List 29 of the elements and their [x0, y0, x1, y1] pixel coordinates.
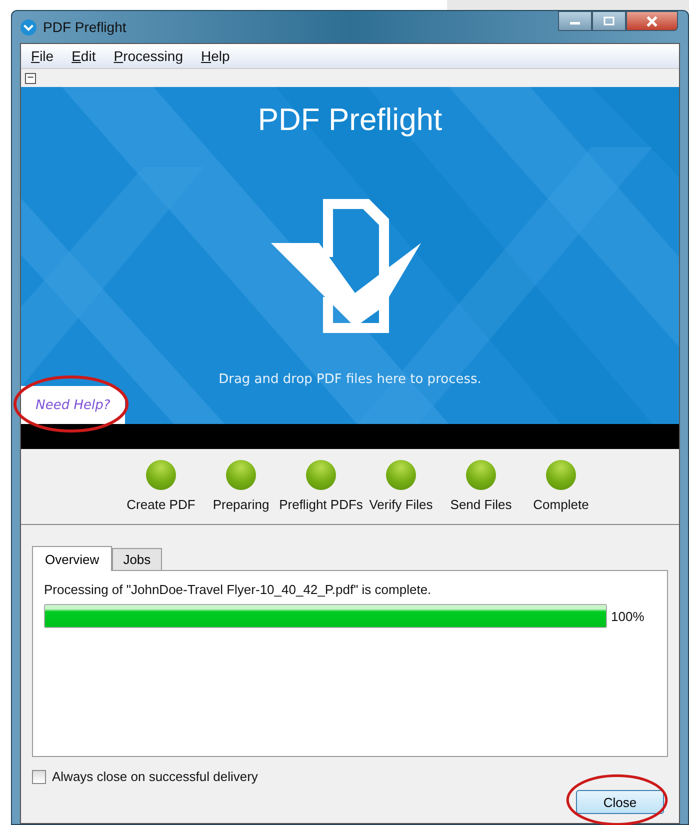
- checkbox-label: Always close on successful delivery: [52, 769, 258, 784]
- stage-label: Complete: [533, 497, 589, 512]
- minimize-button[interactable]: [558, 11, 592, 31]
- status-message: Processing of "JohnDoe-Travel Flyer-10_40_42_P.pdf" is complete.: [44, 582, 432, 597]
- collapse-button[interactable]: −: [25, 72, 36, 84]
- menu-item[interactable]: Edit: [72, 48, 96, 64]
- drop-hint: Drag and drop PDF files here to process.: [218, 372, 482, 387]
- banner-title: PDF Preflight: [258, 102, 442, 138]
- maximize-icon: [603, 16, 615, 26]
- close-button[interactable]: [626, 11, 678, 31]
- stage-label: Verify Files: [369, 497, 433, 512]
- menu-item[interactable]: Help: [200, 48, 230, 64]
- stage-label: Preparing: [212, 497, 270, 512]
- tab[interactable]: Jobs: [112, 548, 162, 570]
- maximize-button[interactable]: [592, 11, 626, 31]
- close-dialog-button[interactable]: Close: [576, 790, 664, 814]
- window-title: PDF Preflight: [43, 19, 126, 35]
- close-icon: [645, 16, 659, 26]
- menu-item[interactable]: File: [31, 48, 54, 64]
- tab[interactable]: Overview: [32, 546, 112, 571]
- drop-zone[interactable]: PDF Preflight Drag and drop PDF files here to process. Need Help?: [21, 87, 679, 424]
- checkbox[interactable]: [32, 770, 46, 784]
- stage-label: Send Files: [450, 497, 512, 512]
- stage-label: Create PDF: [126, 497, 196, 512]
- help-link[interactable]: Need Help?: [21, 386, 125, 424]
- app-icon: [20, 18, 37, 36]
- progress-reading: 100%: [611, 608, 644, 624]
- menu-item[interactable]: Processing: [114, 48, 183, 64]
- stage-label: Preflight PDFs: [279, 497, 363, 512]
